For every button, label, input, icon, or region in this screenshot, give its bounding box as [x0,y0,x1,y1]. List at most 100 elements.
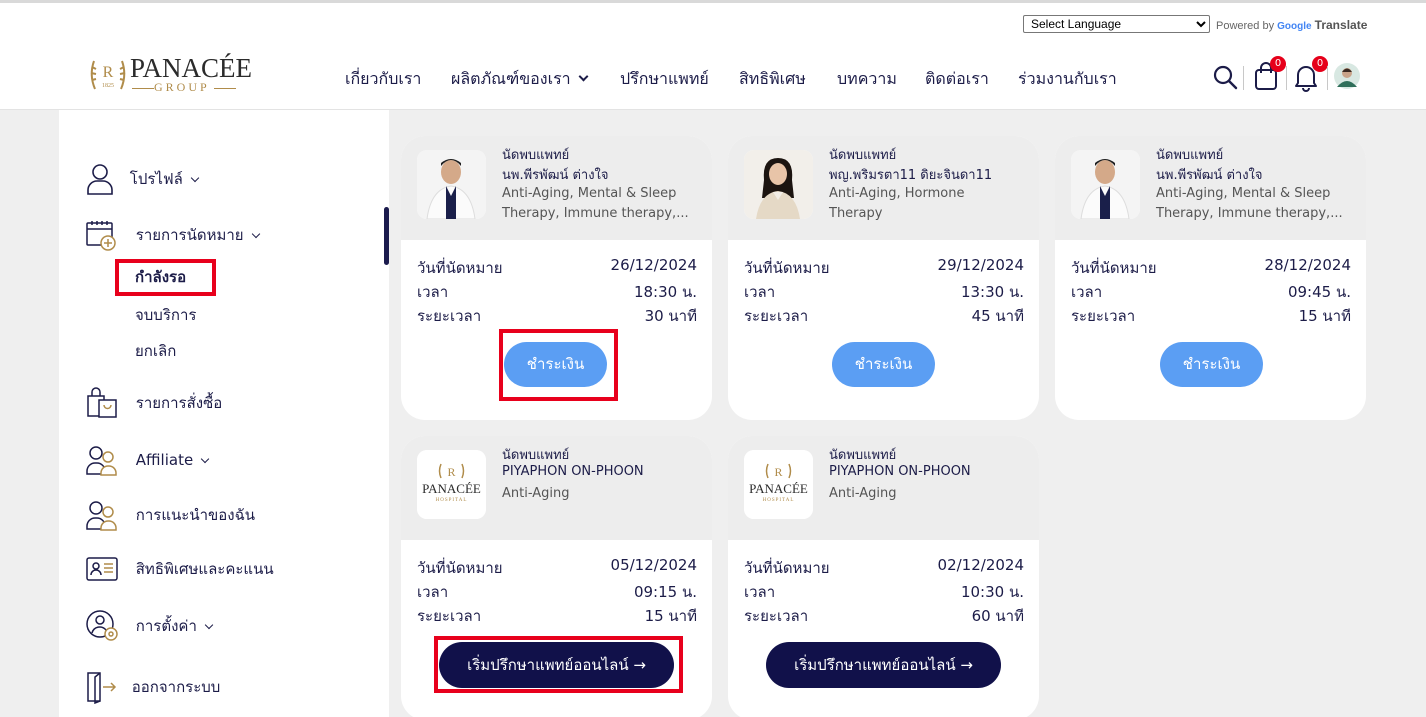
translate-label: Translate [1314,18,1368,32]
date-value: 29/12/2024 [937,256,1024,274]
sidebar-item-label: ออกจากระบบ [131,677,221,696]
time-row: เวลา 18:30 น. [417,280,697,302]
google-logo: Google [1277,21,1312,32]
doctor-specialties: Anti-Aging [829,484,1029,504]
sidebar-item-label: รายการสั่งซื้อ [135,393,223,412]
specialty-line: Anti-Aging [829,486,897,501]
search-icon[interactable] [1212,64,1238,90]
sidebar-item-settings[interactable]: การตั้งค่า [85,609,214,643]
card-doctor-info: R PANACÉE HOSPITAL นัดพบแพทย์ PIYAPHON O… [401,436,712,540]
duration-value: 15 นาที [1298,307,1351,325]
nav-products[interactable]: ผลิตภัณฑ์ของเรา [451,67,589,92]
account-sidebar: โปรไฟล์ รายการนัดหมาย กำลังรอ จบบริการ ย… [59,110,389,717]
header-divider [1327,66,1328,90]
duration-row: ระยะเวลา 15 นาที [1071,304,1351,326]
chevron-down-icon [200,454,210,463]
appointment-card: นัดพบแพทย์ พญ.พริมรตา11 ดิยะจินดา11 Anti… [728,136,1039,420]
user-icon [87,164,113,195]
svg-text:PANACÉE: PANACÉE [422,481,481,496]
specialty-line: Therapy [829,206,883,221]
doctor-name: นพ.พีรพัฒน์ ต่างใจ [502,168,609,183]
time-row: เวลา 09:45 น. [1071,280,1351,302]
nav-articles[interactable]: บทความ [837,67,897,92]
date-row: วันที่นัดหมาย 02/12/2024 [744,556,1024,578]
card-doctor-info: R PANACÉE HOSPITAL นัดพบแพทย์ PIYAPHON O… [728,436,1039,540]
chevron-down-icon [204,620,214,629]
date-row: วันที่นัดหมาย 05/12/2024 [417,556,697,578]
sidebar-item-label: Affiliate [135,450,194,469]
specialty-line: Anti-Aging, Mental & Sleep [1156,186,1331,201]
doctor-photo [1071,150,1140,219]
doctor-name: PIYAPHON ON-PHOON [829,464,971,479]
sidebar-item-label: การตั้งค่า [135,616,197,635]
svg-text:PANACÉE: PANACÉE [749,481,808,496]
nav-about[interactable]: เกี่ยวกับเรา [345,67,421,92]
duration-value: 60 นาที [971,607,1024,625]
sidebar-item-label: สิทธิพิเศษและคะแนน [135,559,274,578]
svg-text:R: R [447,465,455,479]
user-settings-icon [86,610,118,641]
sidebar-sub-completed[interactable]: จบบริการ [135,303,196,327]
time-value: 18:30 น. [633,283,697,301]
svg-text:R: R [774,465,782,479]
doctor-photo [417,150,486,219]
chevron-down-icon [190,173,200,182]
nav-consult[interactable]: ปรึกษาแพทย์ [620,67,709,92]
date-value: 05/12/2024 [610,556,697,574]
sidebar-sub-cancelled[interactable]: ยกเลิก [135,339,176,363]
sidebar-item-label: การแนะนำของฉัน [135,505,256,524]
doctor-name: พญ.พริมรตา11 ดิยะจินดา11 [829,168,993,183]
pay-button[interactable]: ชำระเงิน [832,342,935,387]
notification-count-badge: 0 [1312,56,1328,72]
appointment-card: R PANACÉE HOSPITAL นัดพบแพทย์ PIYAPHON O… [728,436,1039,717]
users-icon [86,501,117,531]
sidebar-item-privileges[interactable]: สิทธิพิเศษและคะแนน [85,555,274,583]
sidebar-item-appointments[interactable]: รายการนัดหมาย [85,219,260,251]
duration-row: ระยะเวลา 60 นาที [744,604,1024,626]
card-tag: นัดพบแพทย์ [502,148,570,163]
active-item-indicator [384,207,389,265]
duration-value: 45 นาที [971,307,1024,325]
sidebar-item-profile[interactable]: โปรไฟล์ [85,162,200,196]
sidebar-item-referrals[interactable]: การแนะนำของฉัน [85,499,255,531]
doctor-photo [744,150,813,219]
powered-by-google-translate[interactable]: Powered by Google Translate [1216,18,1367,32]
doctor-name: PIYAPHON ON-PHOON [502,464,644,479]
specialty-line: Therapy, Immune therapy,... [502,206,689,221]
header-divider [1286,66,1287,90]
card-doctor-info: นัดพบแพทย์ นพ.พีรพัฒน์ ต่างใจ Anti-Aging… [401,136,712,240]
nav-careers[interactable]: ร่วมงานกับเรา [1018,67,1117,92]
time-value: 10:30 น. [960,583,1024,601]
sidebar-item-label: โปรไฟล์ [129,169,183,188]
sidebar-item-affiliate[interactable]: Affiliate [85,444,210,476]
start-online-consult-button[interactable]: เริ่มปรึกษาแพทย์ออนไลน์ → [766,642,1001,688]
chevron-down-icon [578,71,589,82]
duration-value: 15 นาที [644,607,697,625]
hospital-logo: R PANACÉE HOSPITAL [744,450,813,519]
highlight-pending [115,259,216,296]
calendar-add-icon [86,221,116,251]
time-value: 09:15 น. [633,583,697,601]
date-label: วันที่นัดหมาย [417,559,503,577]
date-value: 26/12/2024 [610,256,697,274]
doctor-specialties: Anti-Aging [502,484,702,504]
duration-value: 30 นาที [644,307,697,325]
users-icon [86,446,117,476]
date-value: 28/12/2024 [1264,256,1351,274]
highlight-pay-button [499,329,618,401]
date-label: วันที่นัดหมาย [417,259,503,277]
card-doctor-info: นัดพบแพทย์ พญ.พริมรตา11 ดิยะจินดา11 Anti… [728,136,1039,240]
sidebar-item-orders[interactable]: รายการสั่งซื้อ [85,386,222,420]
avatar[interactable] [1334,63,1360,89]
nav-contact[interactable]: ติดต่อเรา [925,67,989,92]
id-card-icon [86,557,118,581]
sidebar-item-logout[interactable]: ออกจากระบบ [85,670,221,705]
language-select[interactable]: Select Language [1023,15,1210,33]
time-label: เวลา [1071,283,1103,301]
specialty-line: Anti-Aging [502,486,570,501]
doctor-specialties: Anti-Aging, Hormone Therapy [829,184,1029,224]
nav-privileges[interactable]: สิทธิพิเศษ [739,67,806,92]
pay-button[interactable]: ชำระเงิน [1160,342,1263,387]
time-label: เวลา [417,583,449,601]
doctor-specialties: Anti-Aging, Mental & Sleep Therapy, Immun… [1156,184,1356,224]
